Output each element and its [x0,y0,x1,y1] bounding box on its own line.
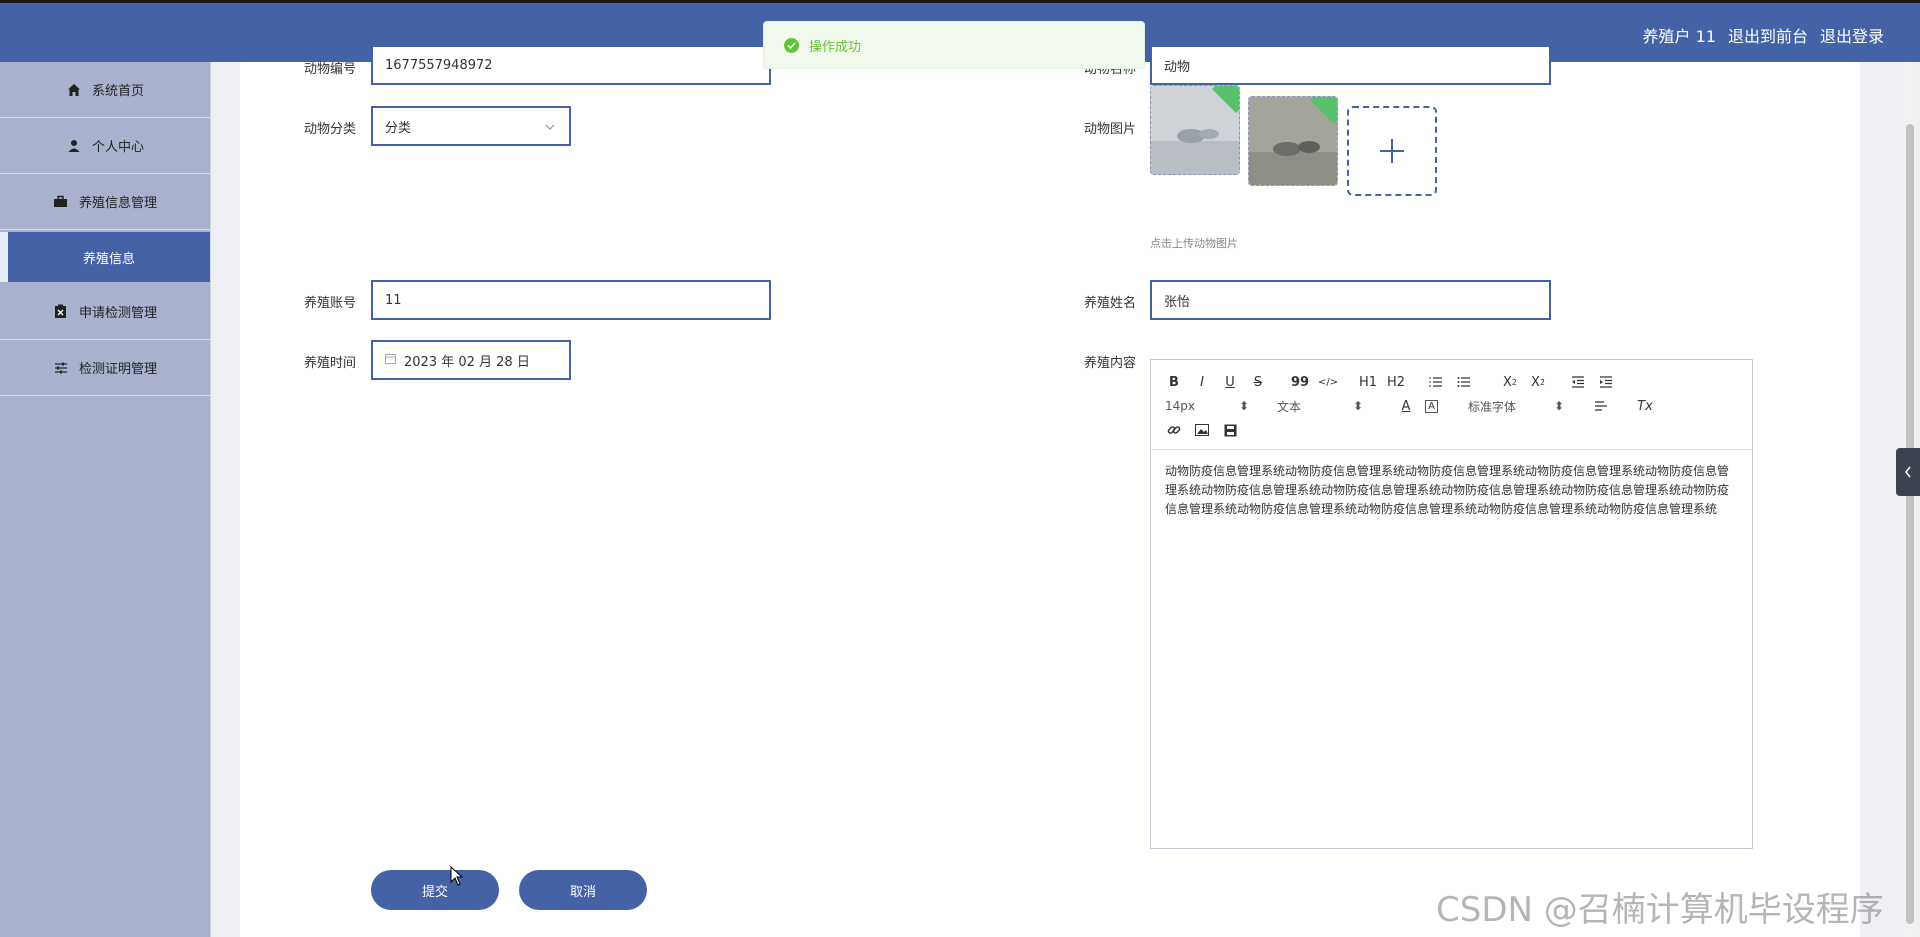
chevron-left-icon [1905,466,1911,478]
side-collapse-tab[interactable] [1896,448,1920,496]
chevron-down-icon [545,119,555,134]
exit-to-front-link[interactable]: 退出到前台 [1728,23,1808,47]
clipboard-icon [53,304,69,320]
briefcase-icon [53,194,69,210]
mouse-cursor-icon [450,865,464,890]
updown-icon: ⬍ [1553,399,1564,413]
user-icon [66,138,82,154]
breeding-content-label: 养殖内容 [1084,356,1137,371]
rich-text-editor: B I U S 99 </> H1 H2 X2 X2 14px ⬍ 文本 ⬍ A… [1150,359,1753,849]
superscript-button[interactable]: X2 [1529,373,1547,391]
sidebar-item-label: 申请检测管理 [78,306,157,321]
text-color-button[interactable]: A [1397,397,1415,415]
animal-no-label: 动物编号 [304,62,357,77]
animal-name-input[interactable]: 动物 [1150,45,1551,85]
breeding-time-label: 养殖时间 [304,356,357,371]
code-block-button[interactable]: </> [1318,373,1338,391]
heading-1-button[interactable]: H1 [1359,373,1377,391]
link-icon[interactable] [1165,421,1183,439]
sidebar-item-label: 养殖信息管理 [78,196,157,211]
sidebar-item-label: 检测证明管理 [78,362,157,377]
subscript-button[interactable]: X2 [1501,373,1519,391]
toast-message: 操作成功 [809,39,862,55]
editor-toolbar: B I U S 99 </> H1 H2 X2 X2 14px ⬍ 文本 ⬍ A… [1151,360,1752,450]
indent-icon[interactable] [1597,373,1615,391]
category-selected-value: 分类 [385,120,412,136]
upload-image-button[interactable] [1347,106,1437,196]
image-label: 动物图片 [1084,122,1137,137]
account-label: 养殖账号 [304,296,357,311]
sidebar-item-label: 养殖信息 [82,251,135,267]
current-user: 养殖户 11 [1642,27,1716,46]
ordered-list-icon[interactable] [1427,373,1445,391]
image-upload-hint: 点击上传动物图片 [1150,237,1238,250]
category-select[interactable]: 分类 [371,106,571,146]
page-scrollbar[interactable] [1904,62,1916,937]
account-input[interactable]: 11 [371,280,771,320]
scrollbar-thumb[interactable] [1906,124,1914,924]
user-links: 养殖户 11 退出到前台 退出登录 [1643,23,1884,47]
sidebar-item-profile[interactable]: 个人中心 [0,118,210,174]
home-icon [66,82,82,98]
sliders-icon [53,360,69,376]
breeding-time-datepicker[interactable]: 2023 年 02 月 28 日 [371,340,571,380]
updown-icon: ⬍ [1352,399,1363,413]
sidebar-item-home[interactable]: 系统首页 [0,62,210,118]
breeder-name-label: 养殖姓名 [1084,296,1137,311]
calendar-icon [385,353,396,368]
strike-button[interactable]: S [1249,373,1267,391]
animal-image-thumb-2[interactable] [1248,96,1338,186]
editor-content[interactable]: 动物防疫信息管理系统动物防疫信息管理系统动物防疫信息管理系统动物防疫信息管理系统… [1151,450,1752,531]
animal-image-thumb-1[interactable] [1150,85,1240,175]
clear-format-button[interactable]: Tx [1636,397,1654,415]
sidebar-item-breeding-info[interactable]: 养殖信息 [0,232,210,282]
sidebar-item-test-certificate[interactable]: 检测证明管理 [0,340,210,396]
updown-icon: ⬍ [1238,399,1249,413]
submit-button[interactable]: 提交 [371,870,499,910]
video-icon[interactable] [1221,421,1239,439]
breeder-name-input[interactable]: 张怡 [1150,280,1551,320]
logout-link[interactable]: 退出登录 [1820,23,1884,47]
category-label: 动物分类 [304,122,357,137]
font-family-select[interactable]: 标准字体 ⬍ [1468,398,1564,415]
blockquote-button[interactable]: 99 [1291,373,1309,391]
sidebar-item-breeding-management[interactable]: 养殖信息管理 [0,174,210,230]
background-color-button[interactable]: A [1425,399,1438,413]
plus-icon [1380,139,1404,163]
sidebar-item-label: 系统首页 [91,84,144,99]
animal-no-input[interactable]: 1677557948972 [371,45,771,85]
underline-button[interactable]: U [1221,373,1239,391]
breeding-time-value: 2023 年 02 月 28 日 [404,354,530,370]
sidebar: 系统首页 个人中心 养殖信息管理 养殖信息 申请检测管理 检测证明管理 [0,62,211,937]
align-left-icon[interactable] [1592,397,1610,415]
check-circle-icon [784,37,799,53]
block-type-select[interactable]: 文本 ⬍ [1277,398,1363,415]
font-size-select[interactable]: 14px ⬍ [1165,399,1249,413]
italic-button[interactable]: I [1193,373,1211,391]
sidebar-item-label: 个人中心 [91,140,144,155]
bullet-list-icon[interactable] [1455,373,1473,391]
heading-2-button[interactable]: H2 [1387,373,1405,391]
cancel-button[interactable]: 取消 [519,870,647,910]
outdent-icon[interactable] [1569,373,1587,391]
watermark: CSDN @召楠计算机毕设程序 [1436,890,1884,930]
success-toast: 操作成功 [763,21,1145,69]
image-icon[interactable] [1193,421,1211,439]
bold-button[interactable]: B [1165,373,1183,391]
sidebar-item-apply-test[interactable]: 申请检测管理 [0,284,210,340]
